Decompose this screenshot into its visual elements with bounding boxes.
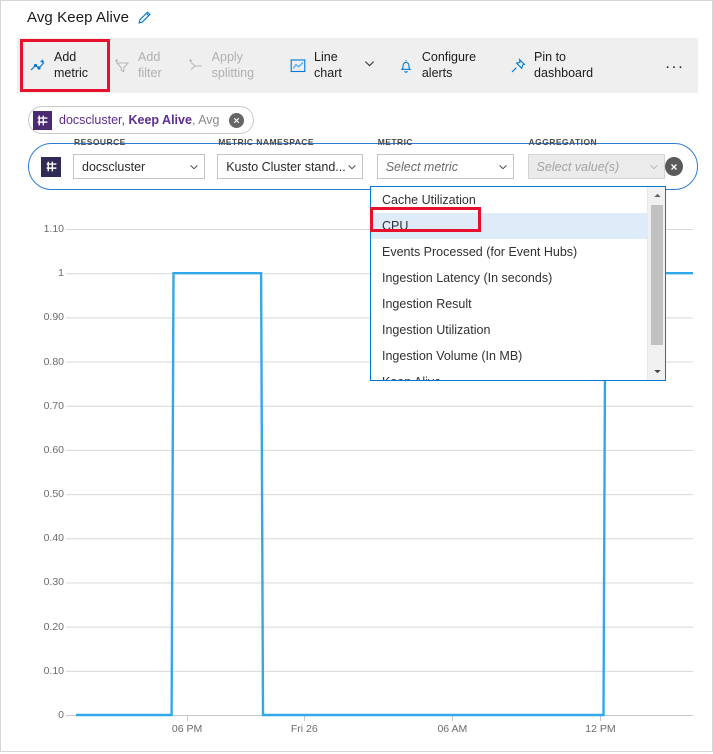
add-metric-line2: metric <box>54 65 89 80</box>
chevron-down-icon <box>497 161 509 173</box>
metric-value: Select metric <box>385 159 458 174</box>
y-axis-tick-label: 0.70 <box>43 399 64 412</box>
pencil-icon[interactable] <box>137 10 152 25</box>
metric-namespace-select[interactable]: Kusto Cluster stand... <box>217 154 363 179</box>
chevron-down-icon <box>648 161 660 173</box>
line-chart-button[interactable]: Line chart <box>277 38 355 93</box>
metric-selector-icon <box>41 156 61 177</box>
metric-chip-icon <box>33 110 52 130</box>
resource-field-label: RESOURCE <box>74 137 126 147</box>
configure-alerts-line2: alerts <box>421 65 453 80</box>
apply-splitting-icon <box>187 57 205 75</box>
apply-splitting-line1: Apply <box>211 49 243 64</box>
chevron-down-icon <box>188 161 200 173</box>
pin-to-dashboard-line2: dashboard <box>534 65 594 80</box>
metric-field-label: METRIC <box>377 137 413 147</box>
dropdown-option[interactable]: Ingestion Utilization <box>371 317 647 343</box>
pin-to-dashboard-label: Pin to dashboard <box>534 50 593 81</box>
apply-splitting-line2: splitting <box>211 65 255 80</box>
y-axis-tick-label: 0.40 <box>43 532 64 545</box>
dropdown-option[interactable]: Events Processed (for Event Hubs) <box>371 239 647 265</box>
chip-aggregation: , Avg <box>191 113 220 127</box>
line-chart-line1: Line <box>314 49 338 64</box>
x-axis-tick-label: 06 PM <box>171 723 203 735</box>
y-axis-tick-label: 0.20 <box>43 620 64 633</box>
dropdown-option[interactable]: Ingestion Result <box>371 291 647 317</box>
dropdown-option[interactable]: Ingestion Latency (In seconds) <box>371 265 647 291</box>
bell-icon <box>397 57 415 75</box>
aggregation-value: Select value(s) <box>536 159 620 174</box>
add-metric-label: Add metric <box>54 50 88 81</box>
metric-namespace-value: Kusto Cluster stand... <box>226 159 346 174</box>
line-chart-label: Line chart <box>314 50 342 81</box>
y-axis-tick-label: 0 <box>58 709 64 721</box>
y-axis-tick-label: 0.10 <box>43 664 64 677</box>
pin-icon <box>509 57 527 75</box>
aggregation-field: AGGREGATION Select value(s) <box>527 137 666 179</box>
chip-resource: docscluster, <box>59 113 129 127</box>
x-axis-tick-label: 06 AM <box>437 723 468 735</box>
page-title-row: Avg Keep Alive <box>27 9 152 26</box>
configure-alerts-line1: Configure <box>421 49 477 64</box>
pin-to-dashboard-line1: Pin to <box>534 49 567 64</box>
x-axis-tick-label: Fri 26 <box>290 723 318 735</box>
metric-namespace-field: METRIC NAMESPACE Kusto Cluster stand... <box>217 137 363 179</box>
dropdown-scrollbar[interactable] <box>647 187 665 380</box>
resource-select[interactable]: docscluster <box>73 154 206 179</box>
add-metric-line1: Add <box>54 49 77 64</box>
y-axis-tick-label: 0.80 <box>43 355 64 368</box>
chevron-down-icon <box>362 56 377 76</box>
resource-field: RESOURCE docscluster <box>73 137 206 179</box>
add-metric-icon <box>29 57 47 75</box>
toolbar-overflow-button[interactable]: ... <box>652 38 698 93</box>
dropdown-option[interactable]: CPU <box>371 213 647 239</box>
chip-metric: Keep Alive <box>128 113 192 127</box>
selector-close-icon[interactable] <box>665 157 683 176</box>
metric-field: METRIC Select metric <box>376 137 514 179</box>
scroll-down-icon[interactable] <box>648 363 665 380</box>
add-metric-button[interactable]: Add metric <box>17 38 101 93</box>
pin-to-dashboard-button[interactable]: Pin to dashboard <box>497 38 606 93</box>
dropdown-option[interactable]: Ingestion Volume (In MB) <box>371 343 647 369</box>
page-title: Avg Keep Alive <box>27 9 130 26</box>
metric-namespace-field-label: METRIC NAMESPACE <box>218 137 315 147</box>
aggregation-select: Select value(s) <box>527 154 666 179</box>
apply-splitting-label: Apply splitting <box>212 50 254 81</box>
dropdown-scroll-thumb[interactable] <box>651 205 663 345</box>
dropdown-option[interactable]: Cache Utilization <box>371 187 647 213</box>
configure-alerts-label: Configure alerts <box>422 50 476 81</box>
metric-select[interactable]: Select metric <box>376 154 514 179</box>
y-axis-tick-label: 1.10 <box>43 223 64 235</box>
aggregation-field-label: AGGREGATION <box>528 137 598 147</box>
metric-selector-row: RESOURCE docscluster METRIC NAMESPACE Ku… <box>28 137 698 190</box>
y-axis-tick-label: 1 <box>58 267 64 280</box>
chart-type-chevron-button[interactable] <box>355 38 385 93</box>
dropdown-option[interactable]: Keep Alive <box>371 369 647 380</box>
metric-dropdown-list: Cache Utilization CPU Events Processed (fo… <box>371 187 647 380</box>
metrics-panel: Avg Keep Alive Add metric Add filter App… <box>0 0 713 752</box>
chevron-down-icon <box>346 161 358 173</box>
y-axis-tick-label: 0.90 <box>43 311 64 324</box>
resource-value: docscluster <box>82 159 146 174</box>
y-axis-tick-label: 0.50 <box>43 488 64 501</box>
apply-splitting-button[interactable]: Apply splitting <box>175 38 267 93</box>
line-chart-line2: chart <box>314 65 342 80</box>
metrics-toolbar: Add metric Add filter Apply splitting Li… <box>17 38 698 93</box>
y-axis-tick-label: 0.60 <box>43 443 64 456</box>
configure-alerts-button[interactable]: Configure alerts <box>385 38 489 93</box>
metric-chip-label: docscluster, Keep Alive, Avg <box>59 113 220 127</box>
add-filter-line2: filter <box>138 65 162 80</box>
add-filter-line1: Add <box>138 49 161 64</box>
scroll-up-icon[interactable] <box>648 187 665 204</box>
add-filter-label: Add filter <box>138 50 162 81</box>
y-axis-tick-label: 0.30 <box>43 576 64 589</box>
line-chart-icon <box>289 57 307 75</box>
metric-chip[interactable]: docscluster, Keep Alive, Avg <box>28 106 254 134</box>
chip-close-icon[interactable] <box>228 112 244 128</box>
add-filter-button[interactable]: Add filter <box>101 38 175 93</box>
add-filter-icon <box>113 57 131 75</box>
x-axis-tick-label: 12 PM <box>585 723 616 735</box>
metric-dropdown: Cache Utilization CPU Events Processed (fo… <box>370 186 666 381</box>
